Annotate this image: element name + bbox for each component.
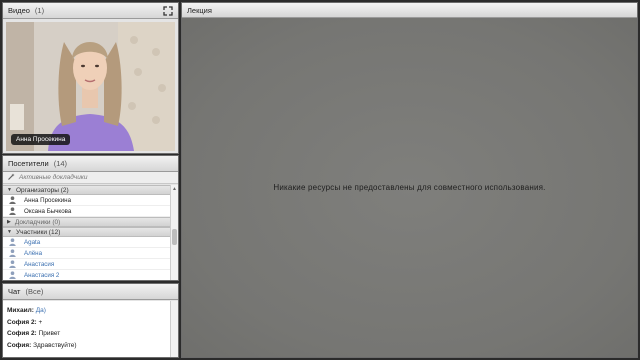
chat-message: София 2: +: [7, 317, 166, 329]
chat-text: Да): [35, 307, 46, 314]
share-stage: Никакие ресурсы не предоставлены для сов…: [182, 18, 637, 357]
attendee-name: Оксана Бычкова: [24, 207, 72, 215]
attendees-pod-header: Посетители (14): [3, 156, 178, 172]
lecture-pod-title: Лекция: [187, 5, 212, 15]
triangle-down-icon: ▼: [7, 187, 12, 193]
group-presenters-label: Докладчики (0): [14, 218, 61, 226]
host-person-icon: [9, 207, 16, 215]
participant-person-icon: [9, 260, 16, 268]
scroll-thumb[interactable]: [172, 229, 177, 245]
active-speakers-bar[interactable]: Активные докладчики: [3, 172, 178, 184]
participant-person-icon: [9, 238, 16, 246]
attendees-pod-title: Посетители: [8, 159, 49, 168]
attendee-name: Agata: [24, 238, 41, 246]
speaker-name-tag: Анна Просекина: [11, 134, 71, 145]
list-item[interactable]: Оксана Бычкова: [3, 206, 170, 217]
chat-author: Михаил:: [7, 307, 34, 314]
chat-pod-header: Чат (Все): [3, 284, 178, 300]
chat-text: Здравствуйте): [33, 341, 77, 349]
no-content-message: Никакие ресурсы не предоставлены для сов…: [273, 183, 546, 192]
chat-message: София 2: Привет: [7, 328, 166, 340]
attendee-name: Алёна: [24, 249, 43, 257]
list-item[interactable]: Agata: [3, 237, 170, 248]
chat-pod: Чат (Все) Михаил: Да) София 2: + София 2…: [2, 283, 179, 358]
chat-message: Михаил: Да): [7, 305, 166, 317]
lecture-pod: Лекция Никакие ресурсы не предоставлены …: [181, 2, 638, 358]
participant-person-icon: [9, 249, 16, 257]
attendees-pod: Посетители (14) Активные докладчики ▼ Ор…: [2, 155, 179, 281]
attendee-name: Анастасия: [24, 260, 55, 268]
triangle-down-icon: ▼: [7, 229, 12, 235]
group-organizers[interactable]: ▼ Организаторы (2): [3, 185, 170, 195]
chat-scrollbar[interactable]: [170, 301, 178, 357]
attendee-list: ▼ Организаторы (2) Анна Просекина Оксана…: [3, 185, 170, 280]
expand-icon[interactable]: [163, 5, 173, 16]
list-item[interactable]: Анастасия 2: [3, 270, 170, 280]
chat-messages: Михаил: Да) София 2: + София 2: Привет С…: [3, 301, 170, 357]
video-pod-header: Видео (1): [3, 3, 178, 19]
attendee-name: Анастасия 2: [24, 271, 60, 279]
list-item[interactable]: Анастасия: [3, 259, 170, 270]
group-participants[interactable]: ▼ Участники (12): [3, 227, 170, 237]
lecture-pod-header: Лекция: [182, 3, 637, 18]
video-pod: Видео (1) Анна Просекина: [2, 2, 179, 154]
chat-message: София: Здравствуйте): [7, 340, 166, 352]
attendees-count: (14): [53, 159, 68, 168]
triangle-right-icon: ▶: [7, 219, 11, 225]
attendee-name: Анна Просекина: [24, 196, 72, 204]
video-count: (1): [34, 6, 45, 15]
video-pod-title: Видео: [8, 6, 30, 15]
chat-author: София 2:: [7, 318, 37, 326]
chat-author: София:: [7, 341, 32, 349]
scroll-up-icon[interactable]: ▲: [171, 185, 178, 193]
chat-text: Привет: [38, 330, 61, 337]
list-item[interactable]: Алёна: [3, 248, 170, 259]
group-participants-label: Участники (12): [15, 228, 61, 236]
participant-person-icon: [9, 271, 16, 279]
webcam-image: [6, 22, 175, 151]
chat-text: +: [38, 318, 43, 326]
chat-author: София 2:: [7, 330, 37, 337]
attendee-scrollbar[interactable]: ▲: [170, 185, 178, 280]
chat-scope[interactable]: (Все): [25, 287, 43, 296]
group-presenters[interactable]: ▶ Докладчики (0): [3, 217, 170, 227]
list-item[interactable]: Анна Просекина: [3, 195, 170, 206]
host-person-icon: [9, 196, 16, 204]
video-feed[interactable]: Анна Просекина: [6, 22, 175, 151]
group-organizers-label: Организаторы (2): [15, 186, 69, 194]
chat-pod-title: Чат: [8, 287, 21, 296]
active-speakers-label: Активные докладчики: [19, 174, 88, 181]
wand-icon: [8, 173, 15, 182]
